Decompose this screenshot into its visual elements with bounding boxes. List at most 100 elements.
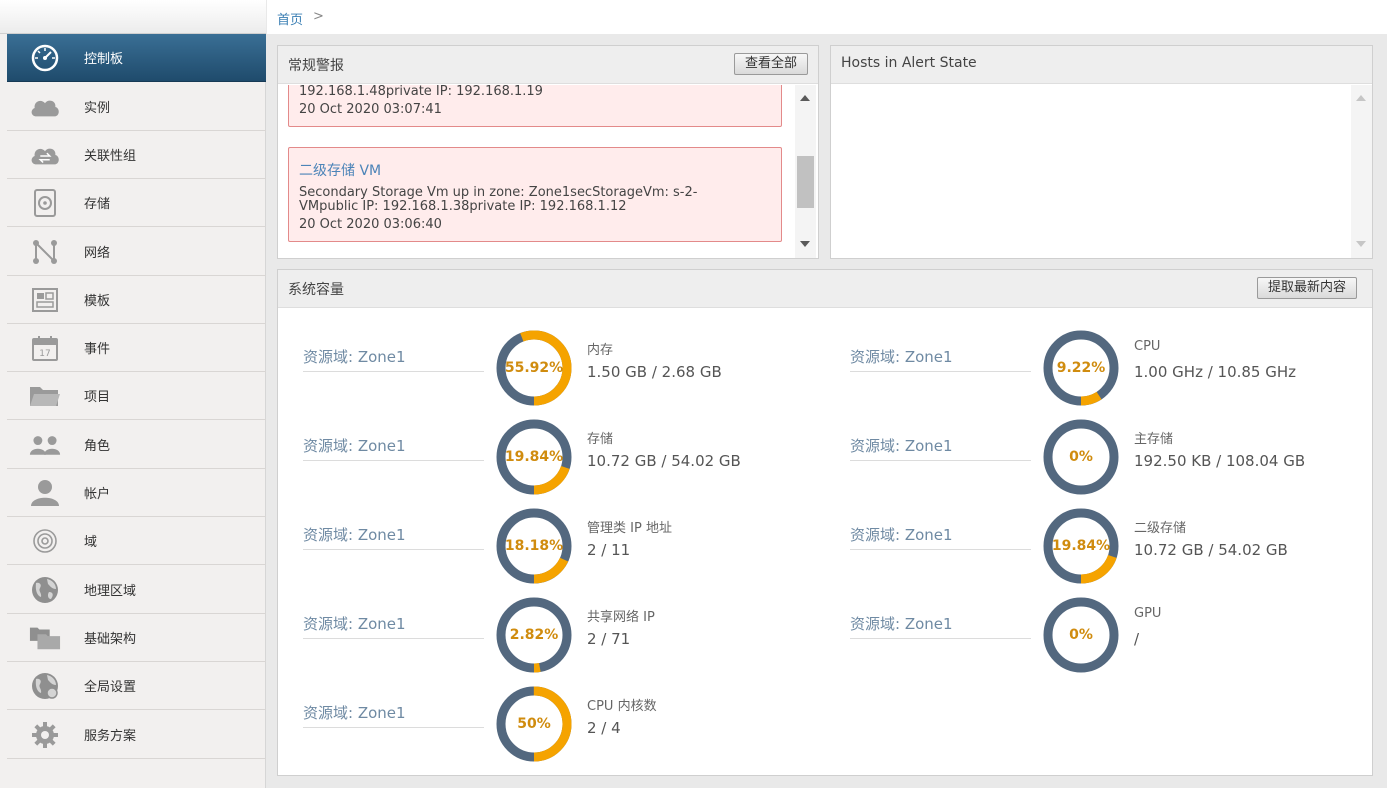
capacity-percent: 50%: [517, 716, 551, 732]
system-capacity-panel: 系统容量 提取最新内容 资源域: Zone1 55.92% 内存 1.50 GB / …: [277, 269, 1373, 776]
folders-icon: [29, 623, 61, 653]
globe-icon: [29, 575, 61, 605]
sidebar-item-label: 实例: [84, 101, 111, 116]
capacity-zone-label: 资源域: Zone1: [303, 611, 484, 639]
hosts-alert-panel-header: Hosts in Alert State: [831, 46, 1372, 84]
alerts-panel-header: 常规警报 查看全部: [278, 46, 818, 84]
sidebar-item-dashboard[interactable]: 控制板: [7, 34, 266, 82]
sidebar-item-zones[interactable]: 地理区域: [7, 566, 266, 614]
sidebar-item-domains[interactable]: 域: [7, 517, 266, 565]
capacity-zone-label: 资源域: Zone1: [850, 344, 1031, 372]
capacity-name: 存储: [587, 432, 614, 447]
folder-icon: [29, 381, 61, 411]
capacity-zone-label: 资源域: Zone1: [303, 700, 484, 728]
sidebar-item-storage[interactable]: 存储: [7, 179, 266, 227]
sidebar: 控制板 实例 关联性组 存储 网络 模板 17 事件 项目 角色 帐户 域 地理…: [0, 0, 266, 788]
sidebar-item-affinity-groups[interactable]: 关联性组: [7, 131, 266, 179]
breadcrumb-home-link[interactable]: 首页: [277, 9, 303, 28]
sidebar-item-label: 关联性组: [84, 149, 137, 164]
fetch-latest-button[interactable]: 提取最新内容: [1257, 277, 1358, 299]
capacity-value: 2 / 4: [587, 719, 621, 737]
capacity-percent: 0%: [1069, 627, 1093, 643]
capacity-donut: 2.82%: [496, 597, 572, 673]
scroll-up-arrow-icon[interactable]: [1356, 95, 1366, 101]
capacity-value: 10.72 GB / 54.02 GB: [587, 452, 741, 470]
capacity-zone-label: 资源域: Zone1: [850, 522, 1031, 550]
capacity-percent: 9.22%: [1056, 360, 1106, 376]
capacity-percent: 19.84%: [504, 449, 564, 465]
sidebar-item-label: 帐户: [84, 487, 111, 502]
alert-date: 20 Oct 2020 03:06:40: [299, 217, 442, 232]
capacity-donut: 50%: [496, 686, 572, 762]
hosts-scrollbar[interactable]: [1351, 85, 1372, 258]
capacity-name: 内存: [587, 343, 614, 358]
capacity-donut: 19.84%: [1043, 508, 1119, 584]
sidebar-item-service-offerings[interactable]: 服务方案: [7, 711, 266, 759]
system-capacity-panel-title: 系统容量: [288, 282, 344, 298]
alerts-list: 192.168.1.48private IP: 192.168.1.19 20 …: [278, 85, 794, 258]
system-capacity-panel-header: 系统容量 提取最新内容: [278, 270, 1372, 308]
sidebar-item-label: 地理区域: [84, 584, 137, 599]
sidebar-item-infrastructure[interactable]: 基础架构: [7, 614, 266, 662]
capacity-zone-label: 资源域: Zone1: [303, 433, 484, 461]
svg-text:17: 17: [39, 349, 50, 359]
hosts-alert-panel: Hosts in Alert State: [830, 45, 1373, 259]
user-icon: [29, 478, 61, 508]
view-all-button[interactable]: 查看全部: [734, 53, 809, 75]
alerts-scrollbar[interactable]: [795, 85, 816, 258]
scroll-up-arrow-icon[interactable]: [800, 95, 810, 101]
scroll-thumb[interactable]: [797, 156, 814, 208]
gear-icon: [29, 720, 61, 750]
sidebar-item-global-settings[interactable]: 全局设置: [7, 662, 266, 710]
sidebar-item-roles[interactable]: 角色: [7, 421, 266, 469]
sidebar-item-label: 网络: [84, 246, 111, 261]
alert-item[interactable]: 二级存储 VM Secondary Storage Vm up in zone:…: [288, 147, 782, 242]
sidebar-item-label: 控制板: [84, 52, 124, 67]
cloud-icon: [29, 92, 61, 122]
sidebar-item-projects[interactable]: 项目: [7, 372, 266, 420]
capacity-donut: 18.18%: [496, 508, 572, 584]
capacity-name: 管理类 IP 地址: [587, 521, 672, 536]
capacity-donut: 55.92%: [496, 330, 572, 406]
cloud-sync-icon: [29, 140, 61, 170]
capacity-value: 192.50 KB / 108.04 GB: [1134, 452, 1306, 470]
sidebar-item-templates[interactable]: 模板: [7, 276, 266, 324]
sidebar-item-events[interactable]: 17 事件: [7, 324, 266, 372]
capacity-name: CPU: [1134, 339, 1161, 354]
capacity-value: 1.50 GB / 2.68 GB: [587, 363, 722, 381]
capacity-name: 二级存储: [1134, 521, 1187, 536]
capacity-value: 2 / 11: [587, 541, 631, 559]
sidebar-item-label: 项目: [84, 390, 111, 405]
alert-item[interactable]: 192.168.1.48private IP: 192.168.1.19 20 …: [288, 85, 782, 127]
sidebar-item-label: 模板: [84, 294, 111, 309]
capacity-percent: 18.18%: [504, 538, 564, 554]
capacity-name: 共享网络 IP: [587, 610, 655, 625]
sidebar-item-label: 域: [84, 535, 98, 550]
breadcrumb-separator: >: [313, 9, 324, 24]
capacity-percent: 0%: [1069, 449, 1093, 465]
capacity-name: CPU 内核数: [587, 699, 657, 714]
scroll-down-arrow-icon[interactable]: [800, 241, 810, 247]
sidebar-item-accounts[interactable]: 帐户: [7, 469, 266, 517]
alert-text: VMpublic IP: 192.168.1.38private IP: 192…: [299, 199, 627, 214]
capacity-percent: 55.92%: [504, 360, 564, 376]
sidebar-item-label: 事件: [84, 342, 111, 357]
capacity-zone-label: 资源域: Zone1: [303, 522, 484, 550]
sidebar-item-instances[interactable]: 实例: [7, 83, 266, 131]
capacity-zone-label: 资源域: Zone1: [303, 344, 484, 372]
sidebar-header: [0, 0, 266, 34]
capacity-name: GPU: [1134, 606, 1162, 621]
sidebar-item-label: 全局设置: [84, 680, 137, 695]
network-icon: [29, 237, 61, 267]
sidebar-item-network[interactable]: 网络: [7, 228, 266, 276]
capacity-zone-label: 资源域: Zone1: [850, 611, 1031, 639]
capacity-donut: 0%: [1043, 419, 1119, 495]
alert-date: 20 Oct 2020 03:07:41: [299, 102, 442, 117]
alert-title[interactable]: 二级存储 VM: [299, 160, 381, 180]
capacity-zone-label: 资源域: Zone1: [850, 433, 1031, 461]
sidebar-item-label: 角色: [84, 439, 111, 454]
scroll-down-arrow-icon[interactable]: [1356, 241, 1366, 247]
capacity-value: /: [1134, 630, 1140, 648]
dashboard-icon: [29, 43, 61, 73]
capacity-name: 主存储: [1134, 432, 1174, 447]
